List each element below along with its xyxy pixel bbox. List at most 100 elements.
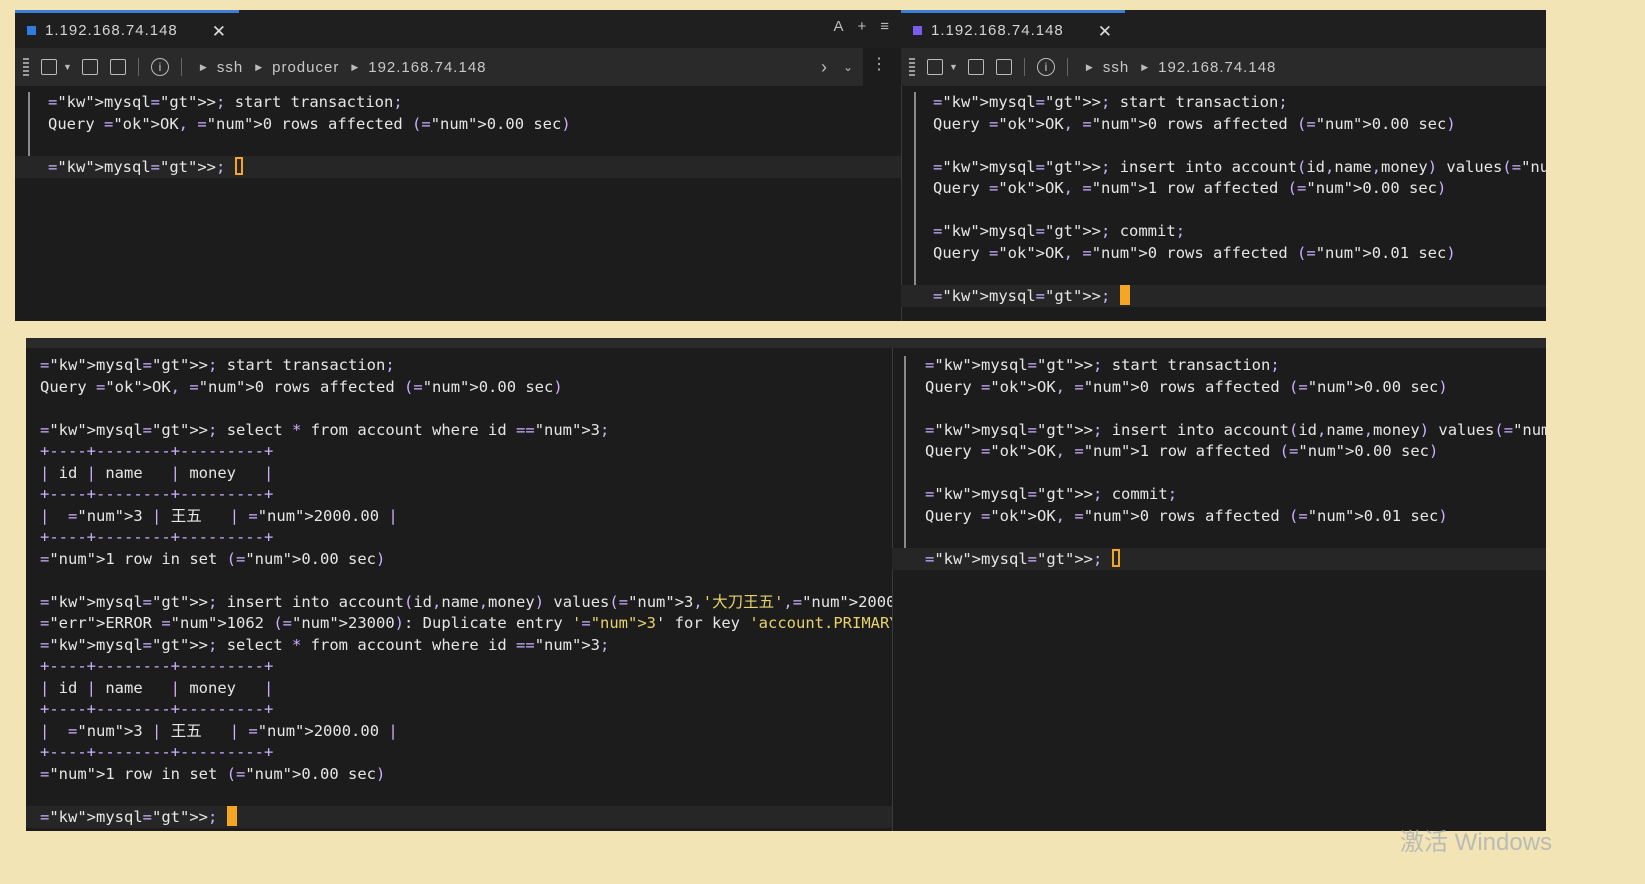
terminal-output[interactable]: ="kw">mysql="gt">>; start transaction; Qu… xyxy=(26,354,892,831)
terminal-line: ="kw">mysql="gt">>; start transaction; xyxy=(892,354,1546,376)
terminal-line-text: +----+--------+---------+ xyxy=(40,442,274,460)
terminal-line-text: ="kw">mysql="gt">>; insert into account(… xyxy=(40,592,892,611)
menu-button[interactable]: ≡ xyxy=(880,18,889,35)
reconnect-icon[interactable] xyxy=(109,59,126,75)
terminal-panel-bottom-right: ="kw">mysql="gt">>; start transaction; Qu… xyxy=(892,338,1546,831)
terminal-line-text: ="kw">mysql="gt">>; commit; xyxy=(933,222,1186,240)
terminal-line-text: ="kw">mysql="gt">>; select * from accoun… xyxy=(40,635,610,654)
chevron-right-icon[interactable]: › xyxy=(821,57,827,78)
terminal-line: +----+--------+---------+ xyxy=(26,741,892,763)
terminal-line-text: ="kw">mysql="gt">>; insert into account(… xyxy=(933,157,1546,176)
terminal-line-text: +----+--------+---------+ xyxy=(40,528,274,546)
terminal-line: +----+--------+---------+ xyxy=(26,483,892,505)
terminal-line: ="kw">mysql="gt">>; insert into account(… xyxy=(26,591,892,613)
terminal-line-text: ="num">1 row in set (="num">0.00 sec) xyxy=(40,764,386,783)
terminal-line: Query ="ok">OK, ="num">0 rows affected (… xyxy=(892,376,1546,398)
terminal-line: ="num">1 row in set (="num">0.00 sec) xyxy=(26,763,892,785)
breadcrumb-ssh[interactable]: ssh xyxy=(1103,59,1129,76)
font-size-button[interactable]: A xyxy=(833,18,843,35)
terminal-output[interactable]: ="kw">mysql="gt">>; start transaction; Qu… xyxy=(892,354,1546,831)
grip-icon[interactable] xyxy=(23,58,29,76)
session-tab[interactable]: 1.192.168.74.148 ✕ xyxy=(15,10,239,48)
session-tab[interactable]: 1.192.168.74.148 ✕ xyxy=(901,10,1125,48)
grip-icon[interactable] xyxy=(909,58,915,76)
terminal-line: | id | name | money | xyxy=(26,677,892,699)
terminal-panel-top-right: 1.192.168.74.148 ✕ ▼ i ▶ ssh ▶ 192.168.7… xyxy=(901,10,1546,321)
close-tab-icon[interactable]: ✕ xyxy=(1098,22,1113,42)
prompt-line: ="kw">mysql="gt">>; xyxy=(26,805,892,828)
terminal-line-text: +----+--------+---------+ xyxy=(40,657,274,675)
terminal-line-text: ="err">ERROR ="num">1062 (="num">23000):… xyxy=(40,614,892,632)
duplicate-session-icon[interactable] xyxy=(81,59,98,75)
new-session-icon[interactable] xyxy=(41,59,57,75)
breadcrumb-arrow-icon: ▶ xyxy=(199,61,207,72)
terminal-line: +----+--------+---------+ xyxy=(26,440,892,462)
close-tab-icon[interactable]: ✕ xyxy=(212,22,227,42)
toolbar-divider xyxy=(137,58,139,76)
duplicate-session-icon[interactable] xyxy=(967,59,984,75)
prompt-line: ="kw">mysql="gt">>; xyxy=(901,284,1546,307)
terminal-line-text: Query ="ok">OK, ="num">0 rows affected (… xyxy=(40,377,563,396)
terminal-line-text: ="kw">mysql="gt">>; start transaction; xyxy=(40,356,395,374)
session-toolbar-partial xyxy=(892,338,1546,348)
terminal-line: Query ="ok">OK, ="num">0 rows affected (… xyxy=(901,113,1546,135)
terminal-line: +----+--------+---------+ xyxy=(26,698,892,720)
terminal-line: ="kw">mysql="gt">>; select * from accoun… xyxy=(26,634,892,656)
terminal-line: ="kw">mysql="gt">>; start transaction; xyxy=(15,91,901,113)
chevron-down-icon[interactable]: ⌄ xyxy=(843,60,853,74)
terminal-line-text: ="kw">mysql="gt">>; select * from accoun… xyxy=(40,420,610,439)
terminal-line: | id | name | money | xyxy=(26,462,892,484)
more-options-icon[interactable]: ⋮ xyxy=(871,54,887,74)
terminal-line-text: ="kw">mysql="gt">>; commit; xyxy=(925,485,1178,503)
terminal-line: Query ="ok">OK, ="num">0 rows affected (… xyxy=(901,242,1546,264)
chevron-down-icon[interactable]: ▼ xyxy=(63,62,72,72)
cursor xyxy=(1119,284,1130,305)
tab-title: 1.192.168.74.148 xyxy=(931,22,1064,39)
breadcrumb-ssh[interactable]: ssh xyxy=(217,59,243,76)
breadcrumb-arrow-icon: ▶ xyxy=(351,61,359,72)
reconnect-icon[interactable] xyxy=(995,59,1012,75)
toolbar-divider xyxy=(1023,58,1025,76)
terminal-line-text: ="num">1 row in set (="num">0.00 sec) xyxy=(40,549,386,568)
chevron-down-icon[interactable]: ▼ xyxy=(949,62,958,72)
toolbar-divider xyxy=(1066,58,1068,76)
terminal-line: | ="num">3 | 王五 | ="num">2000.00 | xyxy=(26,720,892,742)
terminal-line: | ="num">3 | 王五 | ="num">2000.00 | xyxy=(26,505,892,527)
terminal-line: ="num">1 row in set (="num">0.00 sec) xyxy=(26,548,892,570)
terminal-line-text: +----+--------+---------+ xyxy=(40,700,274,718)
terminal-line: Query ="ok">OK, ="num">1 row affected (=… xyxy=(892,440,1546,462)
breadcrumb-host[interactable]: 192.168.74.148 xyxy=(368,59,486,76)
terminal-line-text: | id | name | money | xyxy=(40,463,274,482)
toolbar-divider xyxy=(180,58,182,76)
new-session-icon[interactable] xyxy=(927,59,943,75)
terminal-line: Query ="ok">OK, ="num">0 rows affected (… xyxy=(26,376,892,398)
terminal-line-text: Query ="ok">OK, ="num">1 row affected (=… xyxy=(933,179,1447,197)
tab-title: 1.192.168.74.148 xyxy=(45,22,178,39)
breadcrumb-host[interactable]: 192.168.74.148 xyxy=(1158,59,1276,76)
terminal-output[interactable]: ="kw">mysql="gt">>; start transaction; Qu… xyxy=(901,91,1546,321)
terminal-output[interactable]: ="kw">mysql="gt">>; start transaction; Qu… xyxy=(15,91,901,321)
terminal-line-text: ="kw">mysql="gt">>; start transaction; xyxy=(925,356,1280,374)
terminal-line-text: ="kw">mysql="gt">>; start transaction; xyxy=(933,93,1288,111)
breadcrumb-group[interactable]: producer xyxy=(272,59,339,76)
info-icon[interactable]: i xyxy=(1036,58,1055,76)
terminal-line: ="kw">mysql="gt">>; insert into account(… xyxy=(892,419,1546,441)
terminal-line-text: +----+--------+---------+ xyxy=(40,485,274,503)
terminal-line: ="kw">mysql="gt">>; start transaction; xyxy=(901,91,1546,113)
terminal-line: ="kw">mysql="gt">>; insert into account(… xyxy=(901,156,1546,178)
cursor xyxy=(1111,548,1120,567)
tab-actions: A + ≡ xyxy=(833,18,889,35)
terminal-line: ="kw">mysql="gt">>; commit; xyxy=(892,483,1546,505)
info-icon[interactable]: i xyxy=(150,58,169,76)
new-tab-button[interactable]: + xyxy=(857,18,866,35)
tab-strip: 1.192.168.74.148 ✕ A + ≡ xyxy=(15,10,901,48)
tab-strip: 1.192.168.74.148 ✕ xyxy=(901,10,1546,48)
terminal-line-text: ="kw">mysql="gt">>; start transaction; xyxy=(48,93,403,111)
terminal-line-text: +----+--------+---------+ xyxy=(40,743,274,761)
prompt-line: ="kw">mysql="gt">>; xyxy=(15,155,901,178)
